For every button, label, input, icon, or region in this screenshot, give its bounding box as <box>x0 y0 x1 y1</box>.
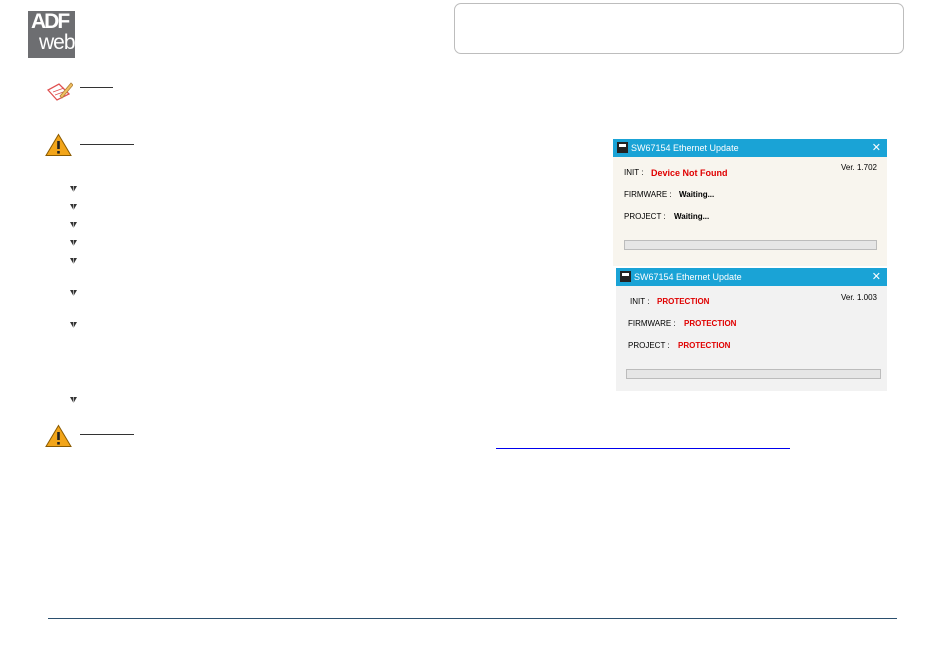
diamond-bullet-icon <box>70 204 77 210</box>
diamond-bullet-icon <box>70 222 77 228</box>
version-label: Ver. 1.003 <box>840 293 877 302</box>
firmware-value: PROTECTION <box>684 319 737 328</box>
warning-triangle-icon <box>45 424 72 447</box>
version-label: Ver. 1.702 <box>840 163 877 172</box>
warning-triangle-icon <box>45 133 72 156</box>
logo-text-bottom: web <box>39 31 75 54</box>
app-icon <box>620 271 631 282</box>
firmware-label: FIRMWARE : <box>624 190 672 199</box>
diamond-bullet-icon <box>70 186 77 192</box>
progress-bar <box>626 369 881 379</box>
init-label: INIT : <box>624 168 644 177</box>
logo-text-top: ADF <box>31 11 70 33</box>
window-title: SW67154 Ethernet Update <box>631 143 739 153</box>
window-title: SW67154 Ethernet Update <box>634 272 742 282</box>
window-titlebar: SW67154 Ethernet Update ✕ <box>613 139 887 157</box>
close-icon[interactable]: ✕ <box>872 139 881 157</box>
header-box <box>454 3 904 54</box>
app-icon <box>617 142 628 153</box>
project-value: Waiting... <box>674 212 710 221</box>
init-label: INIT : <box>630 297 650 306</box>
project-label: PROJECT : <box>624 212 666 221</box>
firmware-value: Waiting... <box>679 190 715 199</box>
note-heading-underline <box>80 87 113 88</box>
project-label: PROJECT : <box>628 341 670 350</box>
footer-rule <box>48 618 897 619</box>
project-value: PROTECTION <box>678 341 731 350</box>
diamond-bullet-icon <box>70 258 77 264</box>
diamond-bullet-icon <box>70 240 77 246</box>
firmware-label: FIRMWARE : <box>628 319 676 328</box>
pencil-note-icon <box>46 82 73 101</box>
init-value: Device Not Found <box>651 168 728 178</box>
warning-heading-underline-2 <box>80 434 134 435</box>
progress-bar <box>624 240 877 250</box>
diamond-bullet-icon <box>70 322 77 328</box>
hyperlink-underline[interactable] <box>496 448 790 449</box>
close-icon[interactable]: ✕ <box>872 268 881 286</box>
update-window-device-not-found: SW67154 Ethernet Update ✕ Ver. 1.702 INI… <box>613 139 887 266</box>
adfweb-logo: ADF web <box>28 11 75 58</box>
window-titlebar: SW67154 Ethernet Update ✕ <box>616 268 887 286</box>
diamond-bullet-icon <box>70 290 77 296</box>
update-window-protection: SW67154 Ethernet Update ✕ Ver. 1.003 INI… <box>616 268 887 391</box>
warning-heading-underline-1 <box>80 144 134 145</box>
init-value: PROTECTION <box>657 297 710 306</box>
diamond-bullet-icon <box>70 397 77 403</box>
